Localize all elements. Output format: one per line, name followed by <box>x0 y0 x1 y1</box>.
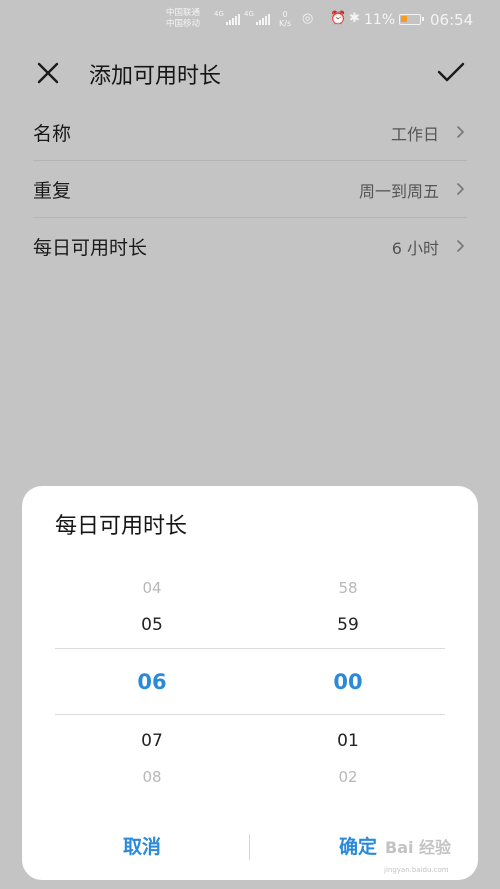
network-type-label-2: 4G <box>244 10 254 18</box>
setting-value: 工作日 <box>390 125 439 144</box>
page-title: 添加可用时长 <box>89 64 222 89</box>
setting-row-name[interactable]: 名称 工作日 <box>33 104 467 161</box>
setting-value: 6 小时 <box>391 239 439 258</box>
hour-option[interactable]: 05 <box>92 615 212 635</box>
cancel-button[interactable]: 取消 <box>42 822 242 872</box>
status-clock: 06:54 <box>430 11 474 29</box>
battery-percent: 11% <box>364 12 396 28</box>
dialog-title: 每日可用时长 <box>55 514 188 539</box>
minute-option[interactable]: 02 <box>288 768 408 786</box>
setting-label: 重复 <box>33 180 72 202</box>
network-type-label: 4G <box>214 10 224 18</box>
carrier-bottom: 中国移动 <box>166 19 201 29</box>
hour-option[interactable]: 08 <box>92 768 212 786</box>
net-speed: 0 K/s <box>279 10 292 28</box>
bluetooth-icon: ✱ <box>349 11 360 26</box>
signal-icon <box>226 13 240 25</box>
minute-wheel[interactable]: 58 59 00 01 02 <box>288 562 408 786</box>
battery-icon <box>399 14 424 25</box>
hour-selected[interactable]: 06 <box>92 670 212 694</box>
hour-option[interactable]: 04 <box>92 579 212 597</box>
signal-icon-2 <box>256 13 270 25</box>
status-bar: 中国联通 中国移动 4G 4G 0 K/s ◎ ⏰ ✱ 11% 06:54 <box>0 0 500 40</box>
battery-level <box>401 16 407 22</box>
app-header: 添加可用时长 <box>0 50 500 96</box>
chevron-right-icon <box>456 239 465 253</box>
actions-divider <box>249 834 250 860</box>
minute-selected[interactable]: 00 <box>288 670 408 694</box>
setting-label: 每日可用时长 <box>33 237 148 259</box>
chevron-right-icon <box>456 182 465 196</box>
minute-option[interactable]: 58 <box>288 579 408 597</box>
minute-option[interactable]: 59 <box>288 615 408 635</box>
check-icon[interactable] <box>436 60 466 84</box>
watermark-logo: Bai 经验 <box>385 838 452 857</box>
hour-option[interactable]: 07 <box>92 731 212 751</box>
close-icon[interactable] <box>35 60 61 86</box>
settings-list: 名称 工作日 重复 周一到周五 每日可用时长 6 小时 <box>33 104 467 274</box>
carrier-top: 中国联通 <box>166 8 201 18</box>
chevron-right-icon <box>456 125 465 139</box>
watermark-url: jingyan.baidu.com <box>384 866 449 874</box>
carrier-info: 中国联通 中国移动 <box>166 8 200 30</box>
time-picker: 04 05 06 07 08 58 59 00 01 02 <box>22 562 478 786</box>
minute-option[interactable]: 01 <box>288 731 408 751</box>
hotspot-icon: ◎ <box>302 11 314 26</box>
setting-label: 名称 <box>33 123 72 145</box>
alarm-icon: ⏰ <box>330 11 347 26</box>
hour-wheel[interactable]: 04 05 06 07 08 <box>92 562 212 786</box>
setting-value: 周一到周五 <box>358 182 439 201</box>
setting-row-repeat[interactable]: 重复 周一到周五 <box>33 161 467 218</box>
setting-row-daily-duration[interactable]: 每日可用时长 6 小时 <box>33 218 467 274</box>
duration-picker-dialog: 每日可用时长 04 05 06 07 08 58 59 00 01 02 取消 … <box>22 486 478 880</box>
